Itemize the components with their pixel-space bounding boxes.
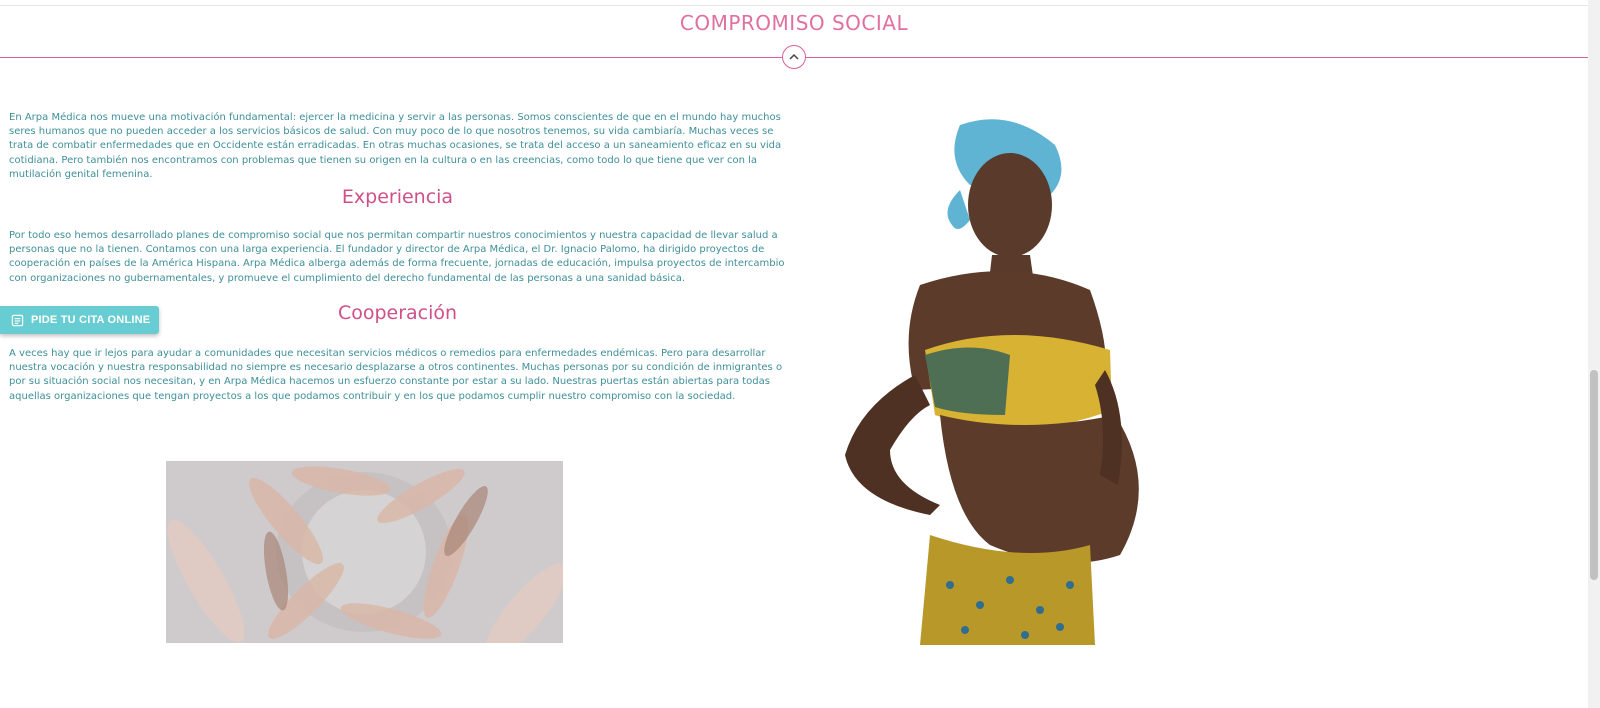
book-appointment-button[interactable]: PIDE TU CITA ONLINE	[0, 306, 159, 334]
scrollbar[interactable]	[1588, 0, 1600, 708]
experiencia-heading: Experiencia	[341, 186, 454, 208]
collapse-button[interactable]	[782, 45, 806, 69]
section-title: COMPROMISO SOCIAL	[679, 11, 909, 35]
experiencia-paragraph: Por todo eso hemos desarrollado planes d…	[9, 230, 785, 284]
hands-circle-photo	[166, 461, 563, 643]
cta-label: PIDE TU CITA ONLINE	[31, 314, 151, 326]
calendar-list-icon	[11, 314, 24, 327]
top-divider	[0, 5, 1588, 6]
intro-paragraph: En Arpa Médica nos mueve una motivación …	[9, 112, 782, 180]
pregnant-woman-photo	[820, 115, 1160, 645]
cooperacion-paragraph: A veces hay que ir lejos para ayudar a c…	[9, 348, 783, 402]
chevron-up-icon	[788, 51, 800, 63]
scrollbar-thumb[interactable]	[1590, 370, 1598, 580]
